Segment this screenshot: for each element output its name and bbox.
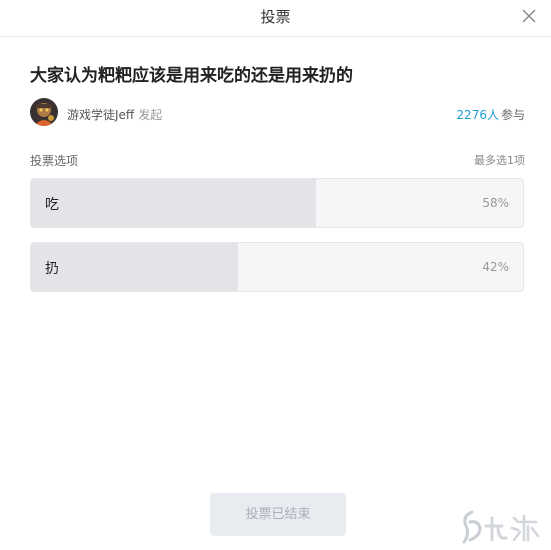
participant-number: 2276 (456, 108, 487, 122)
option-percent: 42% (482, 260, 509, 274)
author-action: 发起 (138, 108, 163, 122)
options-hint: 最多选1项 (474, 154, 525, 167)
jiuyou-logo-icon (458, 506, 548, 546)
option-label: 扔 (45, 261, 59, 277)
option-percent: 58% (482, 196, 509, 210)
option-label: 吃 (45, 197, 59, 213)
participant-suffix: 参与 (500, 108, 525, 122)
author-avatar[interactable] (30, 98, 58, 126)
vote-ended-button: 投票已结束 (210, 493, 346, 536)
option-fill-bar (31, 179, 317, 227)
close-icon[interactable] (521, 8, 537, 24)
option-fill-bar (31, 243, 238, 291)
poll-option-eat[interactable]: 吃 58% (30, 178, 524, 228)
poll-question: 大家认为粑粑应该是用来吃的还是用来扔的 (30, 66, 353, 86)
poll-option-throw[interactable]: 扔 42% (30, 242, 524, 292)
author-info: 游戏学徒Jeff 发起 (67, 106, 162, 123)
dialog-title: 投票 (260, 8, 291, 26)
dialog-header: 投票 (0, 0, 551, 37)
author-name[interactable]: 游戏学徒Jeff (67, 108, 134, 122)
participant-unit: 人 (486, 108, 499, 122)
participant-count: 2276人 参与 (456, 106, 525, 123)
options-label: 投票选项 (30, 154, 79, 168)
